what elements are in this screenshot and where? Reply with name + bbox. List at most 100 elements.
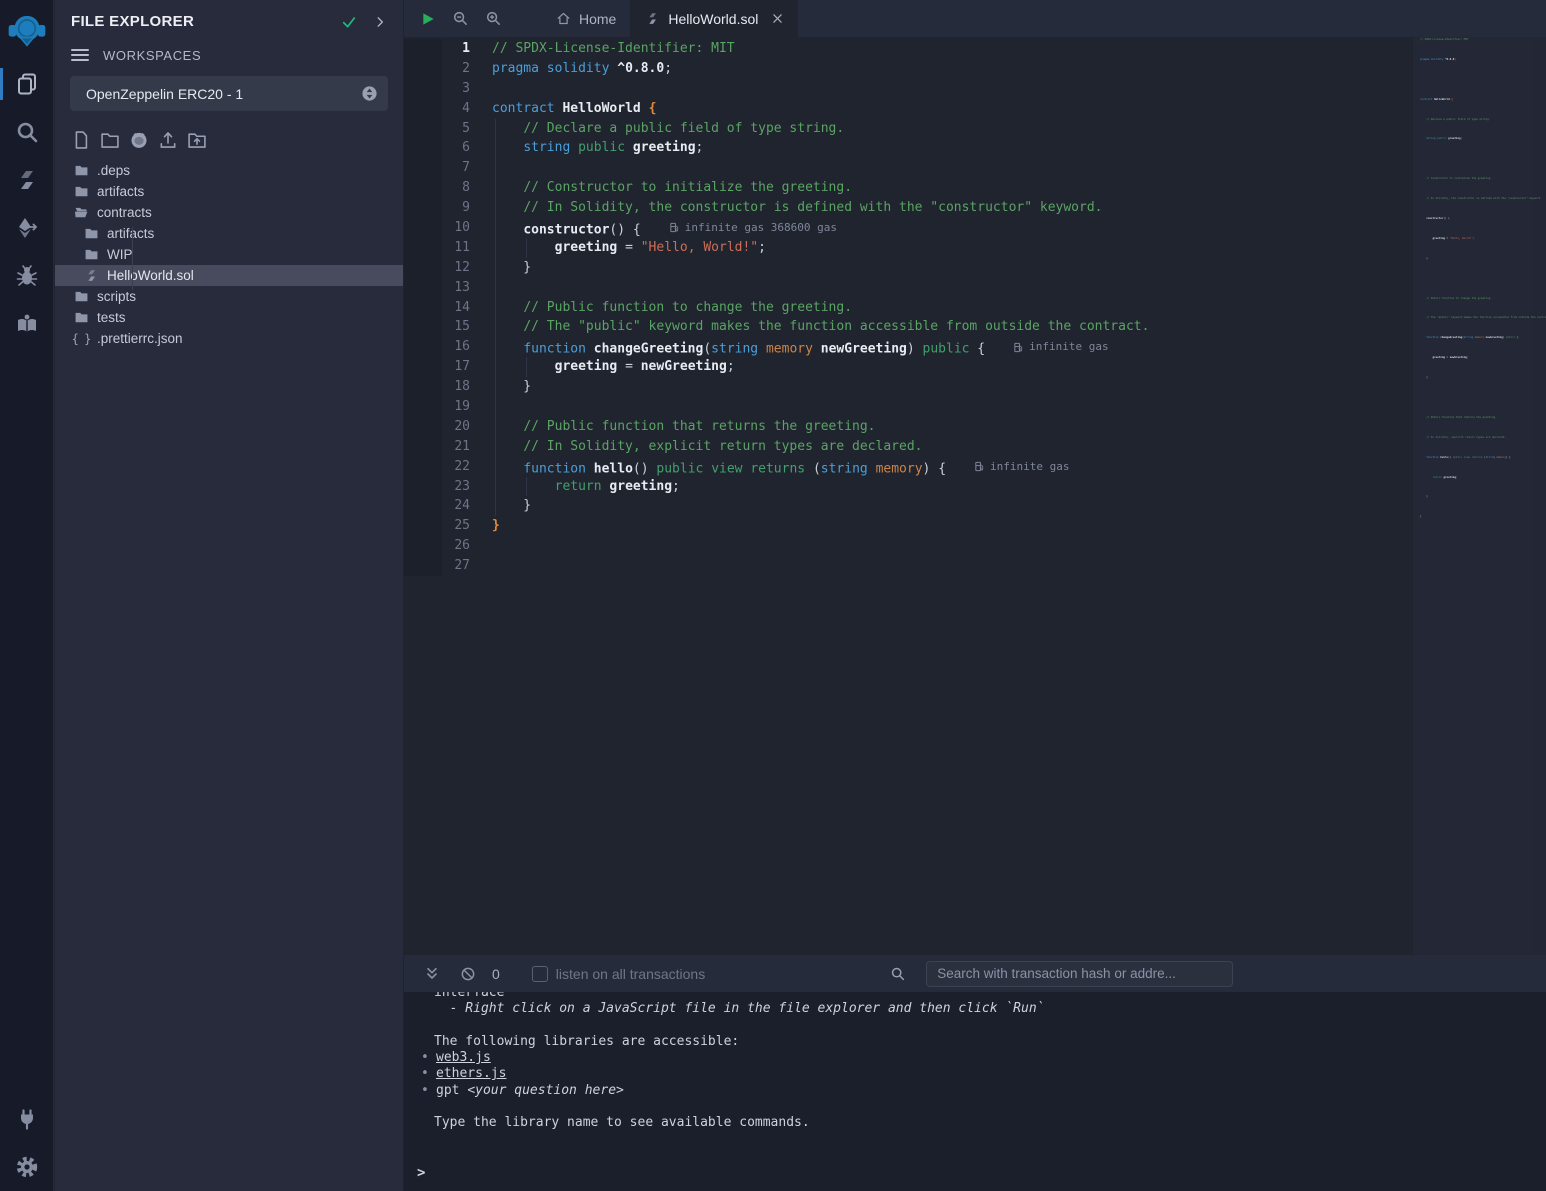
- terminal-link[interactable]: web3.js: [436, 1050, 491, 1065]
- code-text: }: [1420, 515, 1422, 535]
- code-line: 13: [404, 278, 1413, 298]
- code-text: }: [1420, 257, 1428, 277]
- code-line: }: [1420, 257, 1512, 277]
- chevron-right-icon[interactable]: [373, 15, 387, 29]
- new-folder-icon[interactable]: [100, 130, 120, 150]
- code-text: function changeGreeting(string memory ne…: [1420, 336, 1518, 356]
- code-text: }: [492, 516, 500, 536]
- debugger-icon[interactable]: [0, 252, 54, 300]
- line-number[interactable]: 5: [404, 119, 492, 139]
- terminal-panel: 0 listen on all transactions interface -…: [404, 955, 1546, 1191]
- tree-item--prettierrc-json[interactable]: { }.prettierrc.json: [55, 328, 403, 349]
- tab-home[interactable]: Home: [542, 0, 631, 37]
- line-number[interactable]: 6: [404, 138, 492, 158]
- indent-guide: [526, 477, 527, 497]
- home-icon: [556, 11, 571, 26]
- search-icon[interactable]: [0, 108, 54, 156]
- code-line: [1420, 555, 1512, 575]
- listen-transactions-checkbox[interactable]: [532, 966, 548, 982]
- code-text: // In Solidity, explicit return types ar…: [492, 437, 922, 457]
- code-text: // SPDX-License-Identifier: MIT: [1420, 38, 1468, 58]
- settings-gear-icon[interactable]: [0, 1143, 54, 1191]
- learneth-icon[interactable]: [0, 300, 54, 348]
- clear-console-icon[interactable]: [460, 966, 476, 982]
- code-line: 12 }: [404, 258, 1413, 278]
- code-line: 21 // In Solidity, explicit return types…: [404, 437, 1413, 457]
- line-number[interactable]: 11: [404, 238, 492, 258]
- line-number[interactable]: 15: [404, 317, 492, 337]
- line-number[interactable]: 18: [404, 377, 492, 397]
- line-number[interactable]: 9: [404, 198, 492, 218]
- tree-item-artifacts[interactable]: artifacts: [55, 223, 403, 244]
- code-lines: 1// SPDX-License-Identifier: MIT2pragma …: [404, 39, 1413, 576]
- folder-open-icon: [73, 205, 89, 221]
- terminal-line: The following libraries are accessible:: [434, 1034, 1546, 1050]
- close-tab-icon[interactable]: [772, 13, 783, 24]
- terminal-line: [434, 1099, 1546, 1115]
- tree-item-artifacts[interactable]: artifacts: [55, 181, 403, 202]
- remix-logo-icon[interactable]: [0, 0, 54, 60]
- line-number[interactable]: 14: [404, 298, 492, 318]
- code-line: 2pragma solidity ^0.8.0;: [404, 59, 1413, 79]
- line-number[interactable]: 25: [404, 516, 492, 536]
- solidity-compiler-icon[interactable]: [0, 156, 54, 204]
- deploy-run-icon[interactable]: [0, 204, 54, 252]
- line-number[interactable]: 22: [404, 457, 492, 477]
- tree-item-label: .deps: [97, 163, 130, 178]
- code-line: 7: [404, 158, 1413, 178]
- code-text: }: [492, 377, 531, 397]
- workspaces-menu-icon[interactable]: [71, 46, 89, 64]
- tree-item-tests[interactable]: tests: [55, 307, 403, 328]
- terminal-output: interface - Right click on a JavaScript …: [404, 992, 1546, 1191]
- terminal-link[interactable]: ethers.js: [436, 1066, 506, 1081]
- line-number[interactable]: 27: [404, 556, 492, 576]
- run-play-icon[interactable]: [420, 11, 436, 27]
- terminal-prompt[interactable]: >: [417, 1165, 425, 1181]
- editor-tabbar: Home HelloWorld.sol: [404, 0, 1546, 37]
- zoom-out-icon[interactable]: [452, 10, 469, 27]
- line-number[interactable]: 2: [404, 59, 492, 79]
- line-number[interactable]: 23: [404, 477, 492, 497]
- tab-label: Home: [579, 11, 616, 27]
- line-number[interactable]: 17: [404, 357, 492, 377]
- check-icon[interactable]: [341, 14, 357, 30]
- terminal-search-input[interactable]: [926, 961, 1233, 987]
- line-number[interactable]: 16: [404, 337, 492, 357]
- code-editor[interactable]: 1 // SPDX-License-Identifier: MIT 2pragma …: [404, 37, 1546, 955]
- tree-item-contracts[interactable]: contracts: [55, 202, 403, 223]
- minimap[interactable]: // SPDX-License-Identifier: MITpragma so…: [1420, 38, 1512, 575]
- code-text: // Declare a public field of type string…: [492, 119, 844, 139]
- line-number[interactable]: 8: [404, 178, 492, 198]
- indent-guide: [495, 278, 496, 298]
- zoom-in-icon[interactable]: [485, 10, 502, 27]
- line-number[interactable]: 1: [404, 39, 492, 59]
- upload-folder-icon[interactable]: [187, 130, 207, 150]
- tab-helloworld-sol[interactable]: HelloWorld.sol: [631, 0, 798, 37]
- line-number[interactable]: 3: [404, 79, 492, 99]
- tree-indent-guide: [132, 227, 133, 290]
- line-number[interactable]: 20: [404, 417, 492, 437]
- line-number[interactable]: 26: [404, 536, 492, 556]
- plugin-manager-icon[interactable]: [0, 1095, 54, 1143]
- line-number[interactable]: 24: [404, 496, 492, 516]
- tree-item-wip[interactable]: WIP: [55, 244, 403, 265]
- workspace-select[interactable]: OpenZeppelin ERC20 - 1: [70, 76, 388, 111]
- line-number[interactable]: 4: [404, 99, 492, 119]
- line-number[interactable]: 19: [404, 397, 492, 417]
- clone-github-icon[interactable]: [129, 130, 149, 150]
- folder-icon: [73, 310, 89, 326]
- line-number[interactable]: 12: [404, 258, 492, 278]
- tree-item-helloworld-sol[interactable]: HelloWorld.sol: [55, 265, 403, 286]
- line-number[interactable]: 13: [404, 278, 492, 298]
- line-number[interactable]: 7: [404, 158, 492, 178]
- line-number[interactable]: 21: [404, 437, 492, 457]
- tree-item-scripts[interactable]: scripts: [55, 286, 403, 307]
- file-explorer-icon[interactable]: [0, 60, 54, 108]
- upload-file-icon[interactable]: [158, 130, 178, 150]
- editor-scrollbar[interactable]: [1533, 37, 1546, 955]
- code-line: // SPDX-License-Identifier: MIT: [1420, 38, 1512, 58]
- collapse-terminal-icon[interactable]: [424, 966, 440, 982]
- tree-item--deps[interactable]: .deps: [55, 160, 403, 181]
- new-file-icon[interactable]: [71, 130, 91, 150]
- line-number[interactable]: 10: [404, 218, 492, 238]
